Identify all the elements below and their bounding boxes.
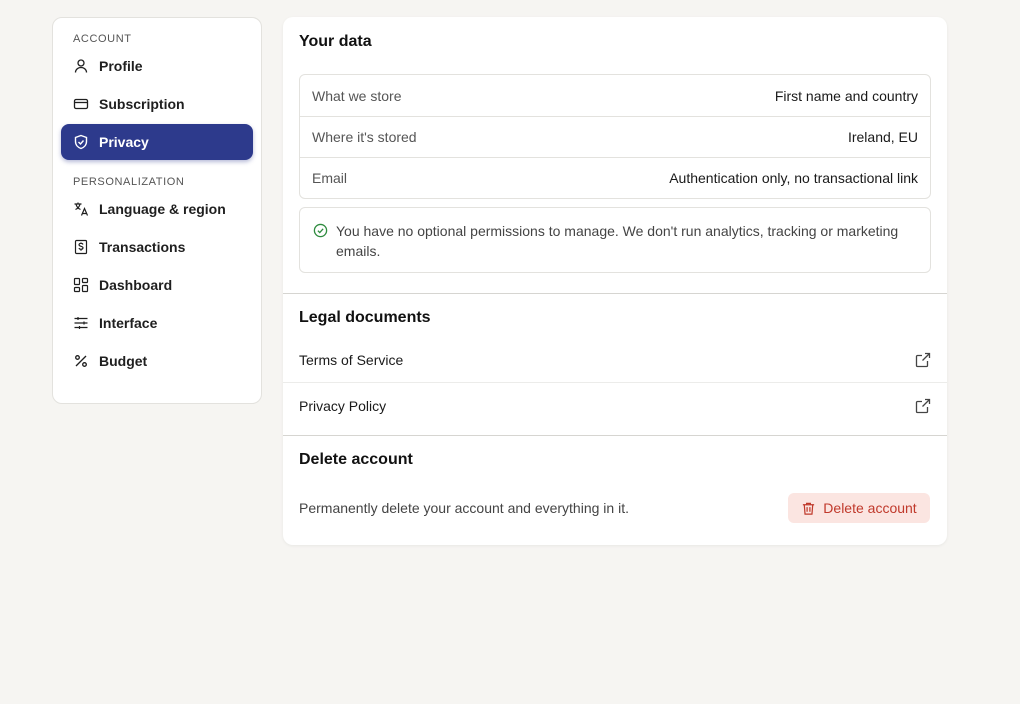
sidebar-item-transactions[interactable]: Transactions — [61, 229, 253, 265]
delete-account-description: Permanently delete your account and ever… — [299, 500, 629, 516]
external-link-icon — [915, 398, 931, 413]
sidebar-item-budget[interactable]: Budget — [61, 343, 253, 379]
sidebar-item-interface[interactable]: Interface — [61, 305, 253, 341]
link-label: Terms of Service — [299, 351, 404, 368]
table-row: What we store First name and country — [300, 75, 930, 116]
shield-check-icon — [73, 134, 89, 150]
sidebar-item-label: Budget — [99, 353, 148, 369]
permissions-notice: You have no optional permissions to mana… — [299, 207, 931, 273]
grid-icon — [73, 277, 89, 293]
row-value: Authentication only, no transactional li… — [669, 170, 918, 186]
credit-card-icon — [73, 96, 89, 112]
notice-text: You have no optional permissions to mana… — [336, 223, 899, 259]
sidebar-item-dashboard[interactable]: Dashboard — [61, 267, 253, 303]
external-link-icon — [915, 352, 931, 367]
sidebar-item-profile[interactable]: Profile — [61, 48, 253, 84]
section-divider — [283, 293, 947, 294]
sliders-icon — [73, 315, 89, 331]
delete-account-button[interactable]: Delete account — [788, 493, 930, 523]
privacy-panel: Your data What we store First name and c… — [283, 17, 947, 545]
table-row: Email Authentication only, no transactio… — [300, 157, 930, 198]
legal-documents-title: Legal documents — [299, 309, 431, 326]
row-key: What we store — [312, 87, 402, 104]
terms-of-service-link[interactable]: Terms of Service — [283, 337, 947, 382]
link-label: Privacy Policy — [299, 397, 387, 414]
sidebar-item-label: Transactions — [99, 239, 186, 255]
account-section-heading: ACCOUNT — [73, 33, 132, 45]
sidebar-item-label: Dashboard — [99, 277, 173, 293]
user-icon — [73, 58, 89, 74]
your-data-section: Your data What we store First name and c… — [283, 17, 947, 293]
sidebar-item-privacy[interactable]: Privacy — [61, 124, 253, 160]
sidebar-item-subscription[interactable]: Subscription — [61, 86, 253, 122]
button-label: Delete account — [823, 500, 917, 516]
sidebar-item-label: Language & region — [99, 201, 226, 217]
row-key: Email — [312, 170, 348, 186]
sidebar-item-label: Privacy — [99, 134, 149, 150]
percent-icon — [73, 353, 89, 369]
trash-icon — [803, 502, 815, 515]
delete-account-title: Delete account — [299, 451, 413, 468]
your-data-title: Your data — [299, 33, 372, 50]
row-key: Where it's stored — [312, 129, 417, 145]
row-value: Ireland, EU — [847, 129, 918, 145]
check-circle-icon — [313, 223, 328, 238]
row-value: First name and country — [774, 87, 918, 104]
privacy-policy-link[interactable]: Privacy Policy — [283, 383, 947, 428]
sidebar-item-language-region[interactable]: Language & region — [61, 191, 253, 227]
receipt-dollar-icon — [73, 239, 89, 255]
sidebar-item-label: Profile — [99, 58, 143, 74]
sidebar-item-label: Subscription — [99, 96, 185, 112]
personalization-section-heading: PERSONALIZATION — [73, 176, 185, 188]
table-row: Where it's stored Ireland, EU — [300, 116, 930, 157]
section-divider — [283, 435, 947, 436]
settings-sidebar: ACCOUNT Profile Subscription Privacy PER… — [52, 17, 262, 404]
data-table: What we store First name and country Whe… — [299, 74, 931, 199]
sidebar-item-label: Interface — [99, 315, 158, 331]
translate-icon — [73, 201, 89, 217]
